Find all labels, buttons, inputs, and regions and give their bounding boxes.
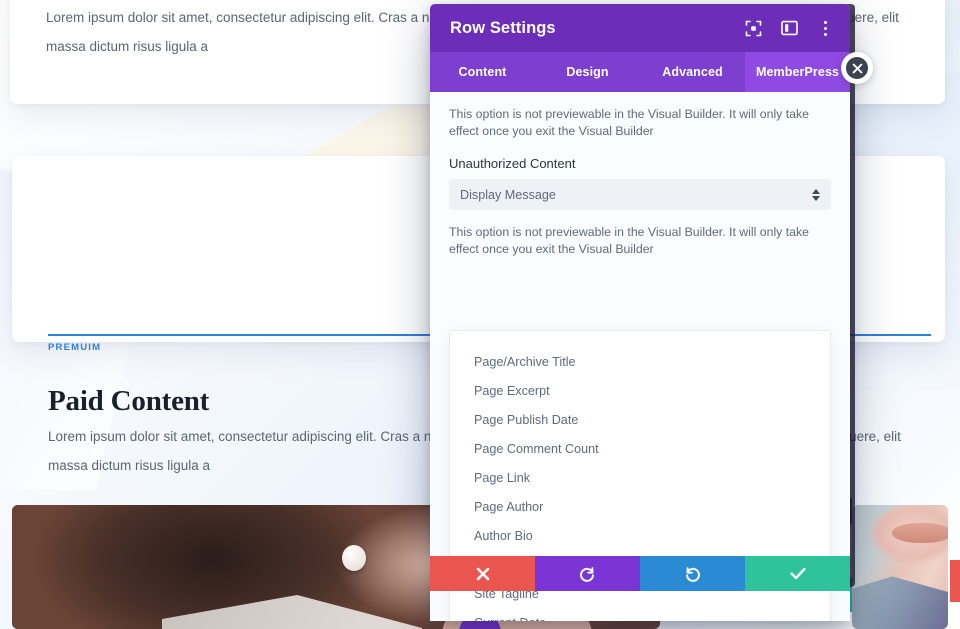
redo-icon (684, 565, 701, 582)
row-settings-modal: Row Settings Content Design Advanced Mem… (430, 4, 850, 621)
modal-tabbar: Content Design Advanced MemberPress (430, 52, 850, 92)
list-item[interactable]: Current Date (450, 608, 830, 622)
list-item[interactable]: Page Comment Count (450, 434, 830, 463)
note-middle: This option is not previewable in the Vi… (449, 225, 809, 256)
note-top: This option is not previewable in the Vi… (449, 107, 809, 138)
select-caret-icon (812, 188, 820, 201)
modal-header-icons (744, 19, 834, 37)
list-item[interactable]: Page Author (450, 492, 830, 521)
modal-title: Row Settings (450, 18, 556, 37)
close-icon (476, 567, 490, 581)
layout-panel-icon[interactable] (780, 19, 798, 37)
portrait-right-lips (892, 523, 948, 543)
portrait-collar (162, 595, 422, 629)
tab-content[interactable]: Content (430, 52, 535, 92)
tab-advanced[interactable]: Advanced (640, 52, 745, 92)
tab-design[interactable]: Design (535, 52, 640, 92)
cancel-button[interactable] (430, 556, 535, 591)
photo-person-right (852, 505, 948, 629)
check-icon (789, 567, 806, 580)
modal-header: Row Settings (430, 4, 850, 52)
list-item[interactable]: Page Publish Date (450, 405, 830, 434)
paid-content-kicker: PREMUIM (48, 342, 102, 353)
list-item[interactable]: Author Bio (450, 521, 830, 550)
unauthorized-content-select[interactable]: Display Message (449, 179, 831, 210)
portrait-right-shirt (852, 576, 948, 629)
undo-button[interactable] (535, 556, 640, 591)
paid-content-title: Paid Content (48, 385, 210, 417)
unauthorized-content-value: Display Message (460, 187, 556, 202)
focus-icon[interactable] (744, 19, 762, 37)
undo-icon (579, 565, 596, 582)
tab-memberpress[interactable]: MemberPress (745, 52, 850, 92)
close-icon (846, 57, 868, 79)
list-item[interactable]: Page/Archive Title (450, 347, 830, 376)
portrait-earring (342, 545, 366, 571)
modal-action-bar (430, 556, 850, 591)
save-button[interactable] (745, 556, 850, 591)
list-item[interactable]: Page Excerpt (450, 376, 830, 405)
list-item[interactable]: Page Link (450, 463, 830, 492)
portrait-right-image (852, 505, 948, 629)
redo-button[interactable] (640, 556, 745, 591)
unauthorized-content-label: Unauthorized Content (449, 156, 576, 171)
accent-bar-red (950, 560, 960, 602)
screen: Free Content Lorem ipsum dolor sit amet,… (0, 0, 960, 629)
more-options-icon[interactable] (816, 19, 834, 37)
modal-body: This option is not previewable in the Vi… (430, 92, 850, 621)
modal-close-toggle-button[interactable] (841, 52, 873, 84)
